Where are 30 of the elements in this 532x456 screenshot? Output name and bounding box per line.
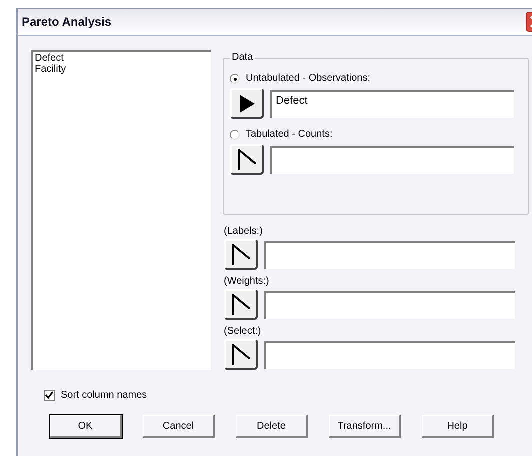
column-picker-button[interactable]: [224, 239, 258, 270]
dialog-button[interactable]: OK: [50, 415, 122, 438]
checkbox[interactable]: [44, 390, 55, 401]
dialog-button[interactable]: Transform...: [329, 415, 401, 438]
column-picker-button[interactable]: [224, 339, 258, 370]
column-input-field[interactable]: [264, 240, 515, 268]
input-label: (Labels:): [224, 226, 264, 238]
window-title: Pareto Analysis: [22, 14, 112, 31]
column-picker-button[interactable]: [224, 289, 258, 320]
input-label: (Weights:): [224, 276, 270, 288]
dialog-button[interactable]: Help: [422, 415, 494, 438]
checkbox-label: Sort column names: [61, 389, 148, 403]
radio-button[interactable]: [230, 130, 240, 140]
column-input-field[interactable]: Defect: [270, 90, 514, 118]
dialog-button[interactable]: Cancel: [143, 415, 215, 438]
radio-label: Tabulated - Counts:: [246, 129, 333, 141]
field-value: Defect: [276, 94, 308, 106]
column-input-field[interactable]: [264, 340, 515, 368]
radio-button[interactable]: [230, 74, 240, 84]
column-input-field[interactable]: [264, 290, 515, 318]
column-picker-button[interactable]: [230, 88, 264, 119]
column-input-field[interactable]: [270, 146, 514, 174]
check-icon: [45, 391, 54, 400]
column-list[interactable]: Defect Facility: [31, 50, 211, 370]
column-picker-button[interactable]: [230, 144, 264, 175]
radio-label: Untabulated - Observations:: [246, 73, 371, 85]
dialog-button[interactable]: Delete: [236, 415, 308, 438]
column-list-item[interactable]: Defect: [35, 53, 211, 64]
column-list-item[interactable]: Facility: [35, 64, 211, 75]
input-label: (Select:): [224, 326, 262, 338]
